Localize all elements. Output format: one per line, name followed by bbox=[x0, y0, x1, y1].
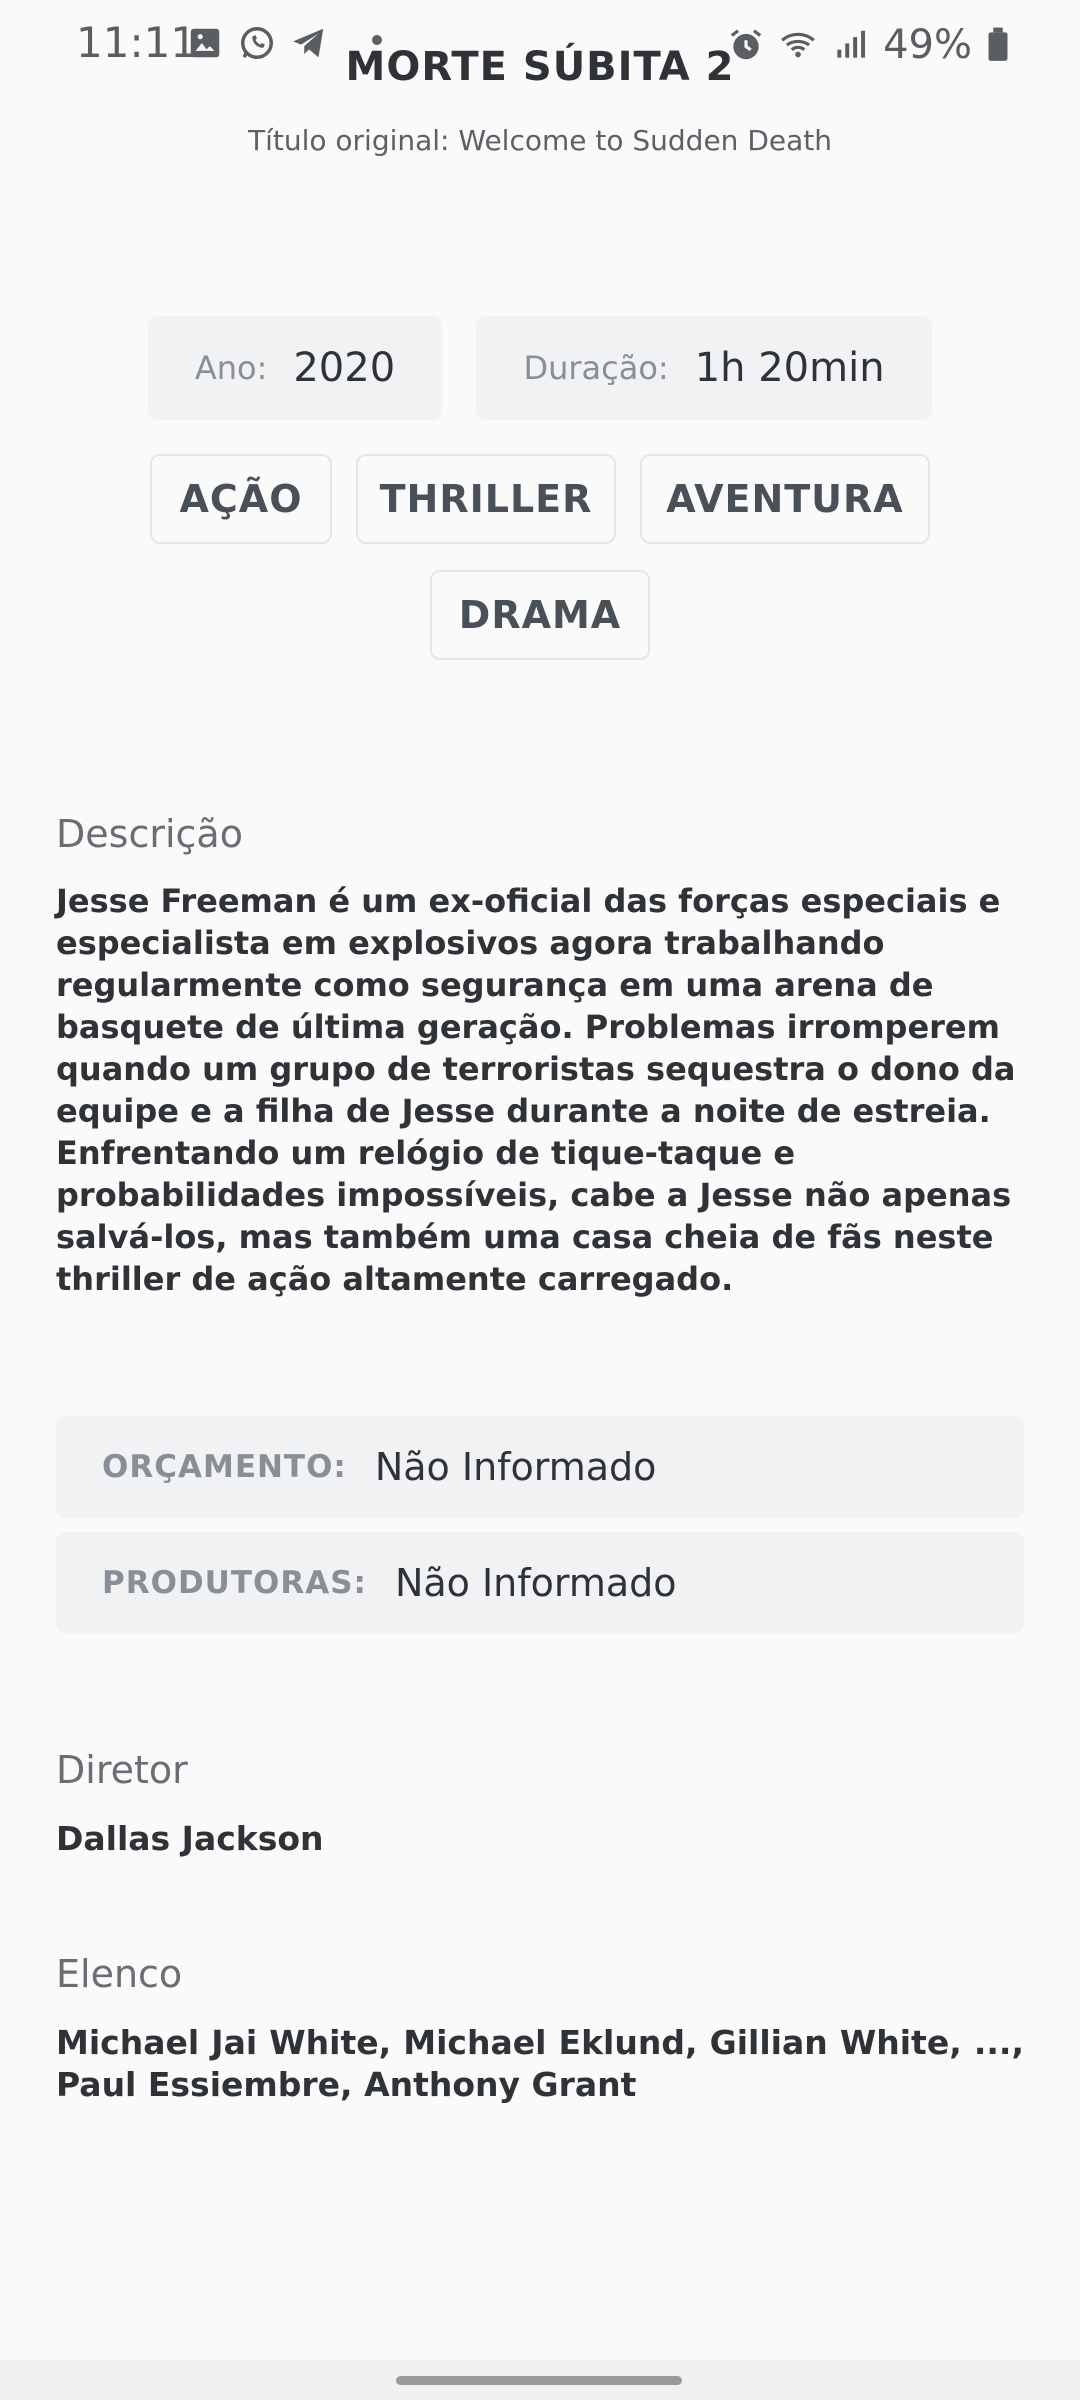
producers-row: PRODUTORAS: Não Informado bbox=[56, 1532, 1024, 1634]
description-text: Jesse Freeman é um ex-oficial das forças… bbox=[56, 882, 1016, 1298]
year-chip: Ano: 2020 bbox=[148, 316, 442, 420]
cast-heading: Elenco bbox=[56, 1952, 183, 1996]
director-heading: Diretor bbox=[56, 1748, 188, 1792]
page-title: MORTE SÚBITA 2 bbox=[345, 44, 735, 90]
director-name: Dallas Jackson bbox=[56, 1819, 324, 1858]
genre-tag[interactable]: DRAMA bbox=[430, 570, 650, 660]
duration-chip: Duração: 1h 20min bbox=[476, 316, 932, 420]
producers-label: PRODUTORAS: bbox=[102, 1565, 367, 1601]
year-label: Ano: bbox=[194, 349, 268, 387]
genre-tag[interactable]: THRILLER bbox=[356, 454, 616, 544]
producers-value: Não Informado bbox=[394, 1561, 677, 1605]
cast-names: Michael Jai White, Michael Eklund, Gilli… bbox=[56, 2023, 1024, 2104]
duration-value: 1h 20min bbox=[694, 345, 885, 391]
budget-row: ORÇAMENTO: Não Informado bbox=[56, 1416, 1024, 1518]
year-value: 2020 bbox=[293, 345, 396, 391]
genre-tag[interactable]: AÇÃO bbox=[150, 454, 332, 544]
budget-label: ORÇAMENTO: bbox=[102, 1449, 347, 1485]
genre-tag[interactable]: AVENTURA bbox=[640, 454, 930, 544]
duration-label: Duração: bbox=[523, 349, 669, 387]
description-heading: Descrição bbox=[56, 812, 243, 856]
budget-value: Não Informado bbox=[374, 1445, 657, 1489]
home-gesture-handle[interactable] bbox=[396, 2376, 682, 2385]
original-title: Título original: Welcome to Sudden Death bbox=[247, 124, 832, 157]
